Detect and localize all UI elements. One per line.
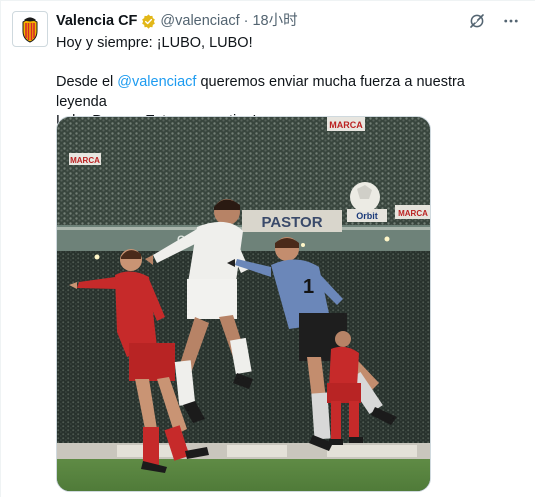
separator-dot: · — [243, 13, 249, 29]
tweet-text-line-2: Desde el @valenciacf queremos enviar muc… — [56, 73, 515, 112]
sign-marca-2: MARCA — [70, 156, 100, 165]
sign-orbit: Orbit — [356, 211, 378, 221]
tweet-card[interactable]: Valencia CF @valenciacf · 18小时 Hoy y sie… — [0, 0, 535, 497]
verified-badge-icon — [142, 13, 156, 29]
grok-icon — [470, 14, 484, 28]
more-button[interactable] — [501, 11, 521, 31]
tweet-header: Valencia CF @valenciacf · 18小时 — [56, 12, 298, 30]
sign-marca-1: MARCA — [329, 120, 363, 130]
handle[interactable]: @valenciacf — [160, 12, 239, 30]
sign-pastor: PASTOR — [261, 214, 322, 231]
jersey-number: 1 — [303, 276, 314, 298]
more-icon — [504, 19, 518, 23]
grok-button[interactable] — [467, 11, 487, 31]
text-before-mention: Desde el — [56, 74, 118, 90]
avatar[interactable] — [12, 11, 48, 47]
header-actions — [467, 11, 521, 31]
valencia-crest-icon — [22, 17, 38, 43]
sign-marca-3: MARCA — [398, 209, 428, 218]
mention-link[interactable]: @valenciacf — [117, 74, 196, 90]
tweet-photo[interactable]: MARCA MARCA PASTOR CAJA Orbit MARCA — [56, 116, 431, 492]
timestamp[interactable]: 18小时 — [252, 12, 297, 30]
football-match-photo: MARCA MARCA PASTOR CAJA Orbit MARCA — [57, 117, 430, 491]
tweet-text-line-1: Hoy y siempre: ¡LUBO, LUBO! — [56, 35, 253, 51]
display-name[interactable]: Valencia CF — [56, 12, 137, 30]
